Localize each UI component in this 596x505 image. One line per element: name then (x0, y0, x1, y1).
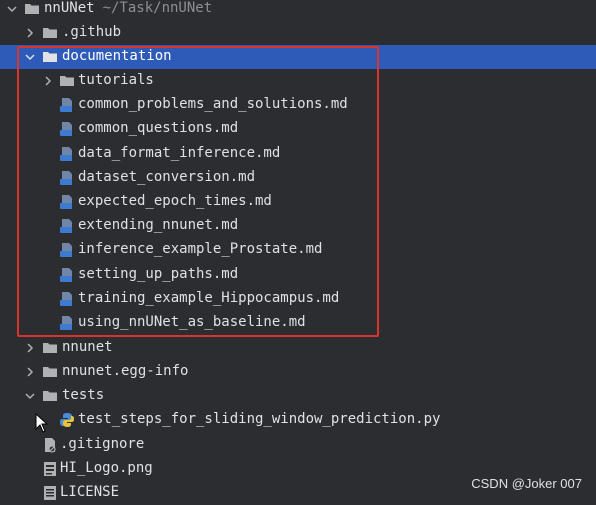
tree-row-nnunet[interactable]: nnunet (0, 336, 596, 360)
tree-item-label: dataset_conversion.md (78, 169, 256, 185)
tree-row-md-file[interactable]: data_format_inference.md (0, 142, 596, 166)
tree-row-md-file[interactable]: extending_nnunet.md (0, 214, 596, 238)
tree-row-tutorials[interactable]: tutorials (0, 69, 596, 93)
folder-icon (43, 391, 57, 401)
tree-item-label: nnunet.egg-info (62, 363, 189, 379)
tree-row-py-file[interactable]: test_steps_for_sliding_window_prediction… (0, 408, 596, 432)
tree-row-egg-info[interactable]: nnunet.egg-info (0, 360, 596, 384)
tree-item-label: data_format_inference.md (78, 145, 281, 161)
markdown-file-icon (60, 243, 72, 257)
tree-item-label: training_example_Hippocampus.md (78, 290, 340, 306)
markdown-file-icon (60, 147, 72, 161)
chevron-right-icon[interactable] (24, 27, 36, 39)
markdown-file-icon (60, 122, 72, 136)
tree-row-md-file[interactable]: expected_epoch_times.md (0, 190, 596, 214)
tree-item-label: documentation (62, 48, 172, 64)
tree-row-md-file[interactable]: setting_up_paths.md (0, 263, 596, 287)
mouse-cursor-icon (35, 413, 49, 433)
tree-item-label: nnunet (62, 339, 113, 355)
tree-item-label: tutorials (78, 72, 154, 88)
folder-icon (43, 367, 57, 377)
markdown-file-icon (60, 219, 72, 233)
tree-row-project-root[interactable]: nnUNet ~/Task/nnUNet (0, 0, 596, 21)
tree-item-label: .github (62, 24, 122, 40)
tree-item-label: extending_nnunet.md (78, 217, 239, 233)
markdown-file-icon (60, 171, 72, 185)
project-name: nnUNet (44, 0, 95, 16)
markdown-file-icon (60, 195, 72, 209)
ignore-file-icon (45, 438, 56, 453)
tree-item-label: common_problems_and_solutions.md (78, 96, 348, 112)
folder-icon (60, 76, 74, 86)
tree-item-label: setting_up_paths.md (78, 266, 239, 282)
folder-icon (25, 4, 39, 14)
tree-row-md-file[interactable]: dataset_conversion.md (0, 166, 596, 190)
folder-icon (43, 28, 57, 38)
chevron-right-icon[interactable] (24, 366, 36, 378)
tree-row-documentation[interactable]: documentation (0, 45, 596, 69)
chevron-right-icon[interactable] (24, 342, 36, 354)
tree-item-label: inference_example_Prostate.md (78, 241, 323, 257)
tree-row-md-file[interactable]: common_questions.md (0, 117, 596, 141)
markdown-file-icon (60, 316, 72, 330)
chevron-down-icon[interactable] (24, 51, 36, 63)
tree-item-label: test_steps_for_sliding_window_prediction… (78, 411, 441, 427)
markdown-file-icon (60, 268, 72, 282)
tree-row-tests[interactable]: tests (0, 384, 596, 408)
python-file-icon (60, 413, 74, 427)
tree-item-label: using_nnUNet_as_baseline.md (78, 314, 306, 330)
chevron-down-icon[interactable] (24, 390, 36, 402)
tree-row-md-file[interactable]: training_example_Hippocampus.md (0, 287, 596, 311)
markdown-file-icon (60, 292, 72, 306)
project-path: ~/Task/nnUNet (102, 0, 213, 16)
tree-row-gitignore[interactable]: .gitignore (0, 433, 596, 457)
folder-icon (43, 52, 57, 62)
markdown-file-icon (60, 98, 72, 112)
chevron-right-icon[interactable] (42, 75, 54, 87)
image-file-icon (44, 462, 56, 476)
tree-row-md-file[interactable]: common_problems_and_solutions.md (0, 93, 596, 117)
tree-item-label: expected_epoch_times.md (78, 193, 272, 209)
tree-item-label: .gitignore (60, 436, 145, 452)
tree-row-md-file[interactable]: using_nnUNet_as_baseline.md (0, 311, 596, 335)
watermark: CSDN @Joker 007 (471, 476, 582, 491)
tree-item-label: tests (62, 387, 105, 403)
tree-item-label: common_questions.md (78, 120, 239, 136)
chevron-down-icon[interactable] (6, 3, 18, 15)
tree-row-github[interactable]: .github (0, 21, 596, 45)
tree-item-label: LICENSE (60, 484, 120, 500)
tree-row-md-file[interactable]: inference_example_Prostate.md (0, 238, 596, 262)
tree-item-label: HI_Logo.png (60, 460, 153, 476)
folder-icon (43, 343, 57, 353)
